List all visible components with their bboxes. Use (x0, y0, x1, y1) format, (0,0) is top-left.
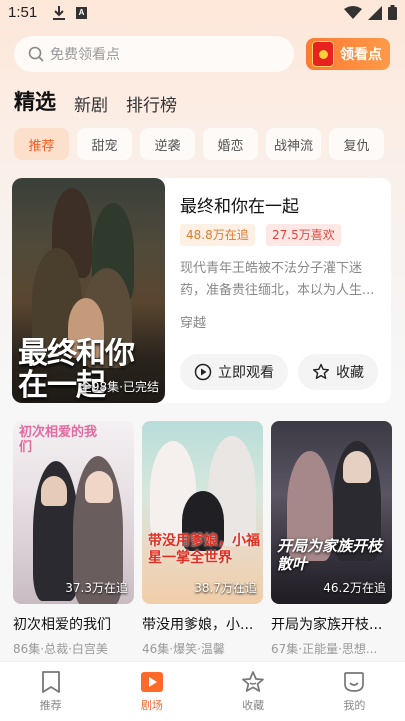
drama-poster[interactable]: 带没用爹娘，小福星一掌全世界 38.7万在追 (142, 421, 263, 604)
nav-recommend-label: 推荐 (39, 699, 62, 712)
drama-title[interactable]: 带没用爹娘，小... (142, 614, 263, 634)
favorite-label: 收藏 (336, 365, 364, 381)
likes-count-badge: 27.5万喜欢 (266, 224, 341, 246)
status-time: 1:51 (8, 4, 38, 21)
nav-favorites[interactable]: 收藏 (203, 662, 304, 721)
star-icon (242, 671, 264, 692)
drama-watch-count: 46.2万在追 (323, 581, 386, 595)
drama-meta: 46集·爆笑·温馨 (142, 642, 225, 656)
drama-meta: 86集·总裁·白宫美 (13, 642, 108, 656)
search-icon (28, 46, 44, 62)
play-screen-icon (140, 672, 163, 692)
claim-points-label: 领看点 (340, 47, 382, 63)
drama-poster-title: 初次相爱的我们 (19, 425, 98, 455)
battery-icon (388, 5, 397, 20)
drama-card[interactable]: 带没用爹娘，小福星一掌全世界 38.7万在追 带没用爹娘，小... 46集·爆笑… (142, 421, 263, 657)
watching-count-badge: 48.8万在追 (180, 224, 255, 246)
featured-title[interactable]: 最终和你在一起 (180, 192, 299, 217)
category-chips: 推荐 甜宠 逆袭 婚恋 战神流 复仇 (14, 128, 384, 160)
featured-drama-card[interactable]: 最终和你在一起 全98集·已完结 最终和你在一起 48.8万在追 27.5万喜欢… (12, 178, 391, 403)
search-placeholder: 免费领看点 (50, 47, 120, 63)
nav-theater[interactable]: 剧场 (101, 662, 202, 721)
star-outline-icon (313, 363, 329, 379)
notification-a-icon: A (76, 7, 87, 19)
bottom-nav: 推荐 剧场 收藏 我的 (0, 661, 405, 721)
drama-poster[interactable]: 初次相爱的我们 37.3万在追 (13, 421, 134, 604)
play-circle-icon (194, 363, 212, 381)
featured-description: 现代青年王皓被不法分子灌下迷药，准备贵往缅北，本以为人生... (180, 261, 375, 298)
favorite-button[interactable]: 收藏 (298, 354, 378, 390)
drama-poster[interactable]: 开局为家族开枝散叶 46.2万在追 (271, 421, 392, 604)
watch-now-label: 立即观看 (218, 365, 274, 381)
featured-genre: 穿越 (180, 316, 207, 331)
tab-featured[interactable]: 精选 (14, 86, 56, 116)
claim-points-button[interactable]: 领看点 (306, 38, 390, 70)
chip-marriage[interactable]: 婚恋 (203, 128, 258, 160)
poster-figure (41, 476, 67, 506)
search-input[interactable]: 免费领看点 (14, 36, 294, 72)
drama-watch-count: 38.7万在追 (194, 581, 257, 595)
status-bar: 1:51 A (0, 0, 405, 28)
watch-now-button[interactable]: 立即观看 (180, 354, 288, 390)
tab-ranking[interactable]: 排行榜 (126, 91, 177, 116)
nav-profile-label: 我的 (343, 699, 366, 712)
status-indicators (344, 5, 397, 20)
drama-meta: 67集·正能量·思想... (271, 642, 378, 656)
nav-profile[interactable]: 我的 (304, 662, 405, 721)
poster-figure (343, 451, 371, 483)
drama-title[interactable]: 初次相爱的我们 (13, 614, 134, 634)
drama-watch-count: 37.3万在追 (65, 581, 128, 595)
poster-figure (85, 471, 113, 503)
drama-title[interactable]: 开局为家族开枝... (271, 614, 392, 634)
chip-war-god[interactable]: 战神流 (266, 128, 321, 160)
featured-poster[interactable]: 最终和你在一起 全98集·已完结 (12, 178, 165, 403)
nav-recommend[interactable]: 推荐 (0, 662, 101, 721)
featured-episodes: 全98集·已完结 (79, 380, 159, 394)
chip-revenge[interactable]: 复仇 (329, 128, 384, 160)
chip-recommend[interactable]: 推荐 (14, 128, 69, 160)
signal-icon (368, 5, 382, 20)
bookmark-icon (41, 671, 60, 693)
red-envelope-icon (312, 41, 334, 67)
drama-card[interactable]: 初次相爱的我们 37.3万在追 初次相爱的我们 86集·总裁·白宫美 (13, 421, 134, 657)
wifi-icon (344, 5, 362, 19)
chip-comeback[interactable]: 逆袭 (140, 128, 195, 160)
chip-sweet[interactable]: 甜宠 (77, 128, 132, 160)
drama-poster-title: 开局为家族开枝散叶 (277, 537, 383, 573)
nav-favorites-label: 收藏 (242, 699, 265, 712)
nav-theater-label: 剧场 (140, 699, 163, 712)
drama-poster-title: 带没用爹娘，小福星一掌全世界 (148, 533, 260, 566)
download-icon (53, 6, 65, 20)
tab-new[interactable]: 新剧 (74, 91, 108, 116)
main-tabs: 精选 新剧 排行榜 (14, 86, 177, 116)
drama-card[interactable]: 开局为家族开枝散叶 46.2万在追 开局为家族开枝... 67集·正能量·思想.… (271, 421, 392, 657)
smile-icon (344, 672, 365, 692)
